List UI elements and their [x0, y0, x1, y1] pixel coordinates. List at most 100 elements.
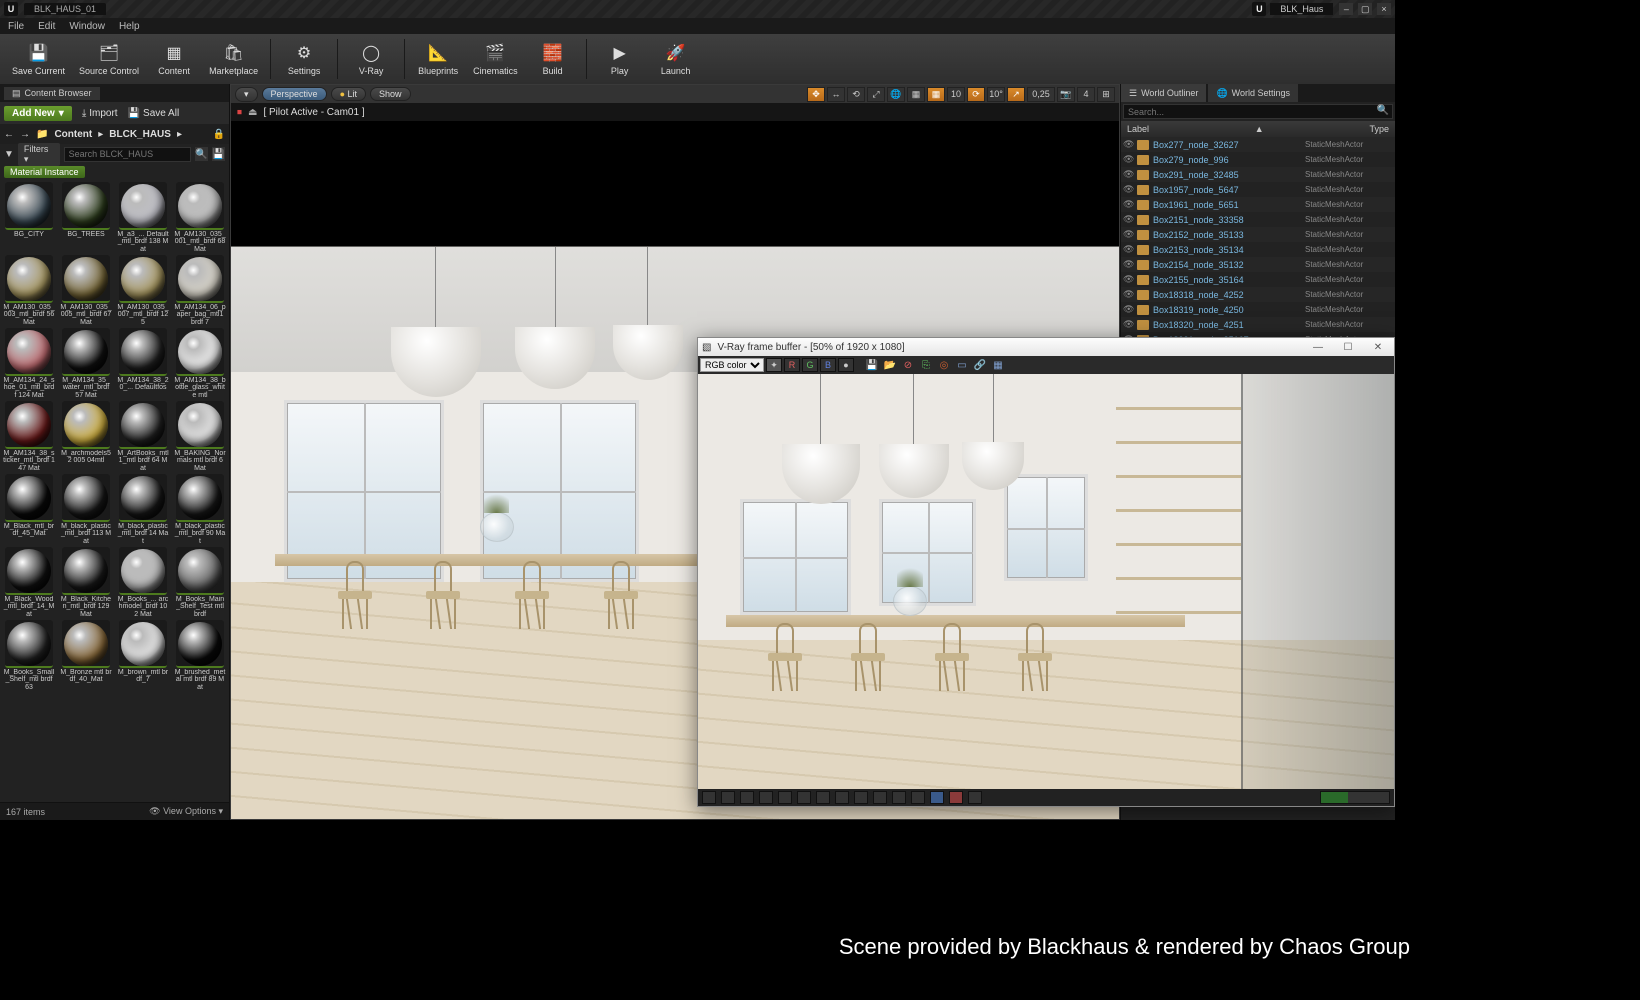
asset-item[interactable]: M_AM134_38_bottle_glass_white mtl	[173, 328, 227, 398]
view-options-button[interactable]: 👁 View Options ▾	[149, 806, 223, 817]
add-new-button[interactable]: Add New▾	[4, 106, 72, 121]
vfb-status-icon[interactable]	[930, 791, 944, 804]
vfb-grid-icon[interactable]: ▦	[990, 358, 1006, 372]
show-button[interactable]: Show	[370, 87, 411, 101]
breadcrumb[interactable]: ← → 📁 Content▸ BLCK_HAUS▸ 🔒	[0, 124, 229, 144]
viewport-menu-button[interactable]: ▾	[235, 87, 258, 102]
asset-item[interactable]: M_black_plastic_mtl_brdf 90 Mat	[173, 474, 227, 544]
outliner-row[interactable]: 👁Box18320_node_4251StaticMeshActor	[1121, 317, 1395, 332]
import-button[interactable]: ⤓Import	[82, 108, 118, 119]
asset-grid[interactable]: BG_CITYBG_TREESM_a3_... Default_mtl_brdf…	[0, 180, 229, 802]
visibility-eye-icon[interactable]: 👁	[1123, 169, 1133, 180]
camera-speed-value[interactable]: 4	[1077, 87, 1095, 102]
outliner-row[interactable]: 👁Box277_node_32627StaticMeshActor	[1121, 137, 1395, 152]
lock-icon[interactable]: 🔒	[213, 129, 225, 140]
vfb-channel-select[interactable]: RGB color	[700, 358, 764, 372]
visibility-eye-icon[interactable]: 👁	[1123, 244, 1133, 255]
asset-item[interactable]: M_AM134_38_20_... Defaultfos	[116, 328, 170, 398]
search-icon[interactable]: 🔍	[195, 147, 208, 161]
perspective-button[interactable]: Perspective	[262, 87, 327, 101]
visibility-eye-icon[interactable]: 👁	[1123, 319, 1133, 330]
asset-item[interactable]: M_AM134_38_sticker_mtl_brdf 147 Mat	[2, 401, 56, 471]
window-maximize-button[interactable]: ☐	[1336, 342, 1360, 353]
visibility-eye-icon[interactable]: 👁	[1123, 214, 1133, 225]
asset-item[interactable]: M_AM134_35_water_mtl_brdf 57 Mat	[59, 328, 113, 398]
toolbar-source-control-button[interactable]: 🗂Source Control	[73, 36, 145, 82]
asset-item[interactable]: M_BAKING_Normals mtl brdf 6 Mat	[173, 401, 227, 471]
vfb-status-icon[interactable]	[892, 791, 906, 804]
scale-snap-icon[interactable]: ↗	[1007, 87, 1025, 102]
save-all-button[interactable]: 💾Save All	[128, 108, 180, 119]
vfb-status-icon[interactable]	[873, 791, 887, 804]
angle-snap-icon[interactable]: ⟳	[967, 87, 985, 102]
menu-help[interactable]: Help	[119, 21, 140, 32]
asset-item[interactable]: M_ArtBooks_mtl1_mtl brdf 64 Mat	[116, 401, 170, 471]
visibility-eye-icon[interactable]: 👁	[1123, 199, 1133, 210]
search-input[interactable]	[64, 147, 191, 162]
tab-world-settings[interactable]: 🌐World Settings	[1208, 84, 1298, 102]
toolbar-cinematics-button[interactable]: 🎬Cinematics	[467, 36, 524, 82]
asset-item[interactable]: M_brown_mtl brdf_7	[116, 620, 170, 690]
vfb-status-icon[interactable]	[816, 791, 830, 804]
transform-scale-icon[interactable]: ⤢	[867, 87, 885, 102]
asset-item[interactable]: M_AM130_035_007_mtl_brdf 125	[116, 255, 170, 325]
asset-item[interactable]: M_AM130_035_005_mtl_brdf 67 Mat	[59, 255, 113, 325]
vfb-status-icon[interactable]	[854, 791, 868, 804]
window-close-button[interactable]: ×	[1377, 3, 1391, 15]
outliner-row[interactable]: 👁Box1957_node_5647StaticMeshActor	[1121, 182, 1395, 197]
grid-snap-icon[interactable]: ▦	[927, 87, 945, 102]
maximize-viewport-icon[interactable]: ⊞	[1097, 87, 1115, 102]
asset-item[interactable]: M_Books_Small_Shelf_mtl brdf 63	[2, 620, 56, 690]
asset-item[interactable]: M_archmodels52 005 04mtl	[59, 401, 113, 471]
vfb-status-icon[interactable]	[835, 791, 849, 804]
vfb-channel-g[interactable]: G	[802, 358, 818, 372]
toolbar-play-button[interactable]: ▶Play	[593, 36, 647, 82]
visibility-eye-icon[interactable]: 👁	[1123, 259, 1133, 270]
menu-window[interactable]: Window	[69, 21, 105, 32]
asset-item[interactable]: M_AM130_035_001_mtl_brdf 68 Mat	[173, 182, 227, 252]
vfb-status-icon[interactable]	[759, 791, 773, 804]
vfb-channel-mono[interactable]: ●	[838, 358, 854, 372]
toolbar-content-button[interactable]: ▦Content	[147, 36, 201, 82]
search-icon[interactable]: 🔍	[1377, 105, 1389, 116]
stop-pilot-icon[interactable]: ⏹	[237, 107, 242, 118]
asset-item[interactable]: BG_TREES	[59, 182, 113, 252]
vfb-status-icon[interactable]	[797, 791, 811, 804]
vfb-status-icon[interactable]	[702, 791, 716, 804]
visibility-eye-icon[interactable]: 👁	[1123, 274, 1133, 285]
menu-edit[interactable]: Edit	[38, 21, 55, 32]
outliner-row[interactable]: 👁Box2155_node_35164StaticMeshActor	[1121, 272, 1395, 287]
vfb-status-icon[interactable]	[911, 791, 925, 804]
asset-item[interactable]: BG_CITY	[2, 182, 56, 252]
save-search-icon[interactable]: 💾	[212, 147, 225, 161]
toolbar-blueprints-button[interactable]: 📐Blueprints	[411, 36, 465, 82]
toolbar-v-ray-button[interactable]: ◯V-Ray	[344, 36, 398, 82]
vfb-save-icon[interactable]: 💾	[864, 358, 880, 372]
asset-item[interactable]: M_AM130_035_003_mtl_brdf 56 Mat	[2, 255, 56, 325]
grid-snap-value[interactable]: 10	[947, 87, 965, 102]
vfb-channel-rgb[interactable]: ✦	[766, 358, 782, 372]
window-maximize-button[interactable]: ▢	[1358, 3, 1372, 15]
asset-item[interactable]: M_Black_Kitchen_mtl_brdf 129 Mat	[59, 547, 113, 617]
vfb-status-icon[interactable]	[949, 791, 963, 804]
vfb-region-icon[interactable]: ▭	[954, 358, 970, 372]
lit-button[interactable]: ● Lit	[331, 87, 366, 101]
vfb-track-icon[interactable]: ◎	[936, 358, 952, 372]
visibility-eye-icon[interactable]: 👁	[1123, 289, 1133, 300]
back-icon[interactable]: ←	[4, 129, 14, 140]
asset-item[interactable]: M_AM134_24_shoe_01_mtl_brdf 124 Mat	[2, 328, 56, 398]
tab-world-outliner[interactable]: ☰World Outliner	[1121, 84, 1206, 102]
outliner-row[interactable]: 👁Box18318_node_4252StaticMeshActor	[1121, 287, 1395, 302]
vfb-title-bar[interactable]: ▧ V-Ray frame buffer - [50% of 1920 x 10…	[698, 338, 1394, 356]
filter-chip[interactable]: Material Instance	[4, 166, 85, 178]
outliner-row[interactable]: 👁Box1961_node_5651StaticMeshActor	[1121, 197, 1395, 212]
asset-item[interactable]: M_Black_mtl_brdf_45_Mat	[2, 474, 56, 544]
surface-snap-icon[interactable]: ▦	[907, 87, 925, 102]
visibility-eye-icon[interactable]: 👁	[1123, 229, 1133, 240]
visibility-eye-icon[interactable]: 👁	[1123, 154, 1133, 165]
vfb-status-icon[interactable]	[778, 791, 792, 804]
vfb-status-icon[interactable]	[968, 791, 982, 804]
asset-item[interactable]: M_black_plastic_mtl_brdf 14 Mat	[116, 474, 170, 544]
visibility-eye-icon[interactable]: 👁	[1123, 184, 1133, 195]
transform-select-icon[interactable]: ✥	[807, 87, 825, 102]
